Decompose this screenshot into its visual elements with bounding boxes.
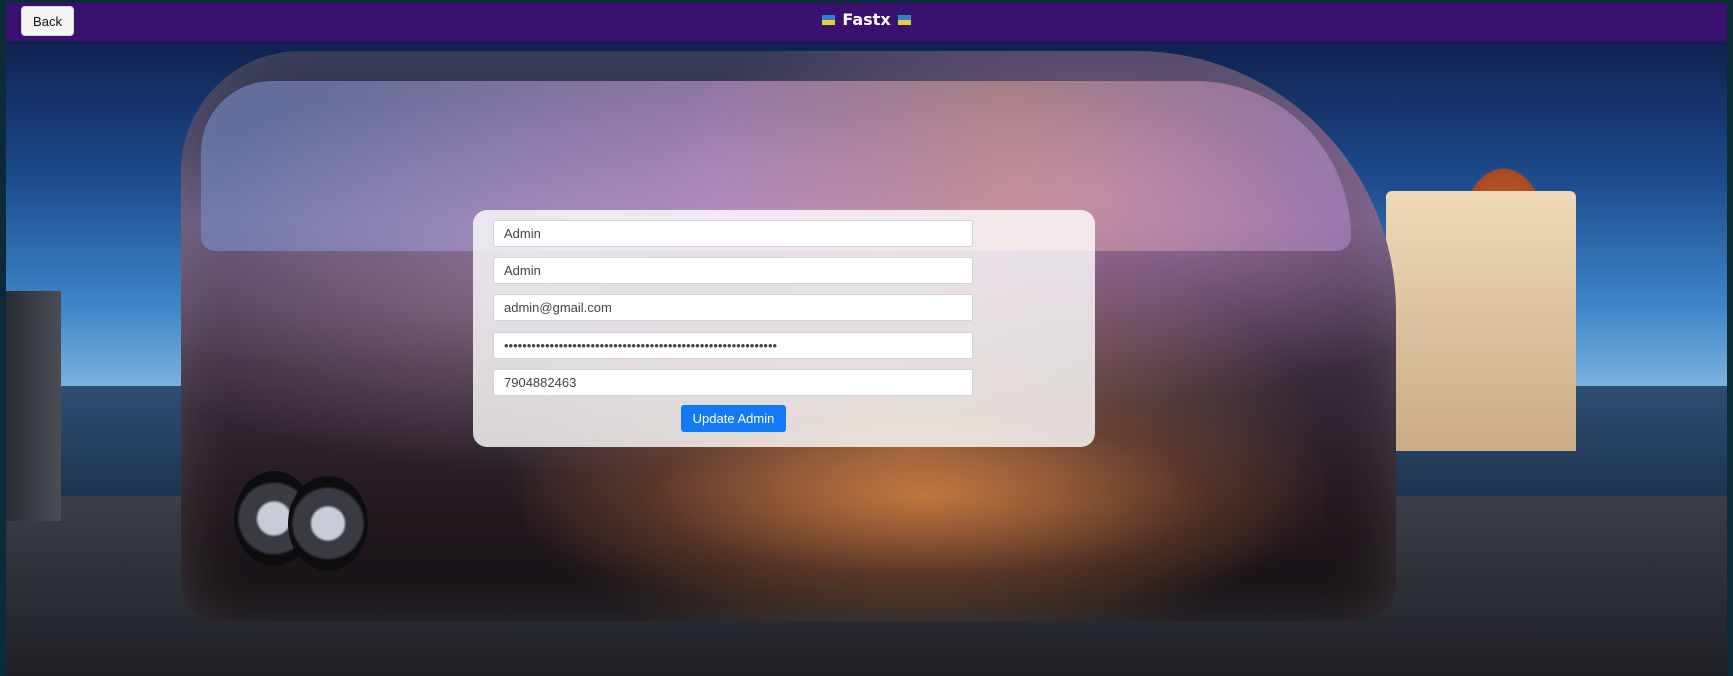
brand-title: Fastx <box>6 10 1727 29</box>
password-input[interactable] <box>493 332 973 359</box>
app-frame: Back Fastx Update Admin <box>6 3 1727 676</box>
bus-wheel <box>288 476 368 571</box>
ukraine-flag-icon <box>821 13 837 26</box>
background-building <box>1386 191 1576 451</box>
email-input[interactable] <box>493 294 973 321</box>
brand-name: Fastx <box>842 10 891 29</box>
update-admin-button[interactable]: Update Admin <box>681 405 786 432</box>
background-pillar <box>6 291 61 521</box>
ukraine-flag-icon <box>896 13 912 26</box>
phone-input[interactable] <box>493 369 973 396</box>
update-admin-form: Update Admin <box>473 210 1095 447</box>
top-navbar: Back Fastx <box>6 3 1727 41</box>
last-name-input[interactable] <box>493 257 973 284</box>
first-name-input[interactable] <box>493 220 973 247</box>
